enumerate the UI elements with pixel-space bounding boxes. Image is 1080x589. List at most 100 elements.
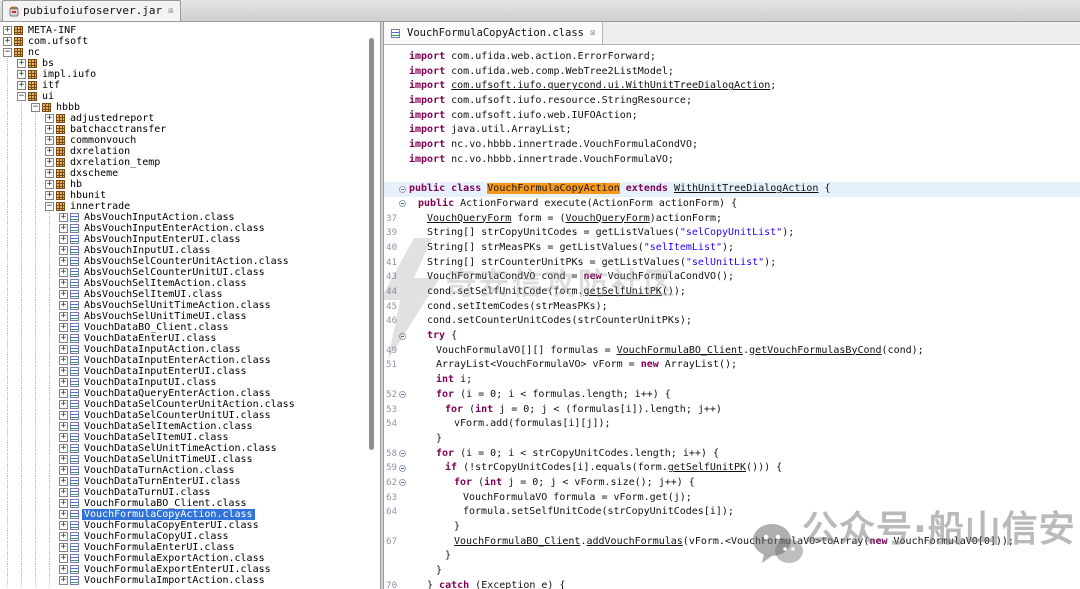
expand-icon[interactable]: + [59, 290, 68, 299]
expand-icon[interactable]: + [59, 213, 68, 222]
tree-item[interactable]: +itf [0, 80, 380, 91]
tree-item[interactable]: −nc [0, 47, 380, 58]
expand-icon[interactable]: + [45, 169, 54, 178]
expand-icon[interactable]: + [59, 565, 68, 574]
tree-item[interactable]: +dxrelation_temp [0, 157, 380, 168]
fold-collapse-icon[interactable] [397, 447, 409, 462]
tree-item[interactable]: +VouchFormulaCopyEnterUI.class [0, 520, 380, 531]
expand-icon[interactable]: + [17, 59, 26, 68]
collapse-icon[interactable]: − [45, 202, 54, 211]
expand-icon[interactable]: + [59, 532, 68, 541]
tree-item[interactable]: +VouchDataInputAction.class [0, 344, 380, 355]
fold-collapse-icon[interactable] [397, 329, 409, 344]
tree-item[interactable]: +META-INF [0, 25, 380, 36]
close-icon[interactable]: ☒ [590, 29, 595, 38]
tree-item[interactable]: +VouchDataSelCounterUnitUI.class [0, 410, 380, 421]
expand-icon[interactable]: + [45, 158, 54, 167]
expand-icon[interactable]: + [59, 323, 68, 332]
tree-item[interactable]: +VouchFormulaImportAction.class [0, 575, 380, 586]
jar-tab[interactable]: pubiufoiufoserver.jar ☒ [2, 0, 181, 21]
tree-item[interactable]: +VouchDataSelCounterUnitAction.class [0, 399, 380, 410]
expand-icon[interactable]: + [45, 147, 54, 156]
tree-scrollbar[interactable] [369, 24, 374, 587]
expand-icon[interactable]: + [59, 576, 68, 585]
expand-icon[interactable]: + [45, 114, 54, 123]
tree-item[interactable]: +impl.iufo [0, 69, 380, 80]
expand-icon[interactable]: + [59, 433, 68, 442]
expand-icon[interactable]: + [59, 257, 68, 266]
tree-item[interactable]: +AbsVouchSelItemUI.class [0, 289, 380, 300]
expand-icon[interactable]: + [59, 312, 68, 321]
tree-item[interactable]: +VouchFormulaBO_Client.class [0, 498, 380, 509]
tree-item[interactable]: +hbunit [0, 190, 380, 201]
expand-icon[interactable]: + [59, 389, 68, 398]
fold-collapse-icon[interactable] [397, 388, 409, 403]
tree-item[interactable]: +AbsVouchInputUI.class [0, 245, 380, 256]
fold-collapse-icon[interactable] [397, 182, 409, 197]
fold-collapse-icon[interactable] [397, 461, 409, 476]
expand-icon[interactable]: + [59, 455, 68, 464]
tree-item[interactable]: +VouchFormulaExportAction.class [0, 553, 380, 564]
tree-item[interactable]: +VouchDataEnterUI.class [0, 333, 380, 344]
expand-icon[interactable]: + [59, 268, 68, 277]
tree-item[interactable]: +AbsVouchSelCounterUnitUI.class [0, 267, 380, 278]
close-icon[interactable]: ☒ [168, 7, 173, 16]
expand-icon[interactable]: + [59, 488, 68, 497]
expand-icon[interactable]: + [59, 224, 68, 233]
expand-icon[interactable]: + [59, 411, 68, 420]
tree-item[interactable]: +VouchDataInputEnterAction.class [0, 355, 380, 366]
tree-item[interactable]: +VouchDataQueryEnterAction.class [0, 388, 380, 399]
expand-icon[interactable]: + [59, 246, 68, 255]
tree-item[interactable]: +commonvouch [0, 135, 380, 146]
tree-item[interactable]: +VouchFormulaCopyAction.class [0, 509, 380, 520]
collapse-icon[interactable]: − [17, 92, 26, 101]
collapse-icon[interactable]: − [31, 103, 40, 112]
expand-icon[interactable]: + [59, 444, 68, 453]
expand-icon[interactable]: + [17, 70, 26, 79]
expand-icon[interactable]: + [45, 191, 54, 200]
tree-item[interactable]: −hbbb [0, 102, 380, 113]
tree-item[interactable]: +AbsVouchSelUnitTimeAction.class [0, 300, 380, 311]
tree-item[interactable]: −innertrade [0, 201, 380, 212]
tree-item[interactable]: +bs [0, 58, 380, 69]
expand-icon[interactable]: + [59, 356, 68, 365]
tree-item[interactable]: −ui [0, 91, 380, 102]
expand-icon[interactable]: + [59, 367, 68, 376]
expand-icon[interactable]: + [59, 466, 68, 475]
tree-item[interactable]: +VouchDataSelItemUI.class [0, 432, 380, 443]
code-editor[interactable]: import com.ufida.web.action.ErrorForward… [384, 45, 1080, 589]
expand-icon[interactable]: + [59, 378, 68, 387]
tree-item[interactable]: +VouchDataTurnUI.class [0, 487, 380, 498]
tree-item[interactable]: +dxrelation [0, 146, 380, 157]
expand-icon[interactable]: + [59, 422, 68, 431]
expand-icon[interactable]: + [3, 26, 12, 35]
tree-item[interactable]: +AbsVouchInputAction.class [0, 212, 380, 223]
tree-item[interactable]: +AbsVouchSelUnitTimeUI.class [0, 311, 380, 322]
expand-icon[interactable]: + [59, 301, 68, 310]
tree-item[interactable]: +AbsVouchInputEnterAction.class [0, 223, 380, 234]
expand-icon[interactable]: + [59, 345, 68, 354]
tree-item[interactable]: +AbsVouchInputEnterUI.class [0, 234, 380, 245]
tree-item[interactable]: +VouchFormulaEnterUI.class [0, 542, 380, 553]
expand-icon[interactable]: + [17, 81, 26, 90]
tree-item[interactable]: +VouchFormulaExportEnterUI.class [0, 564, 380, 575]
collapse-icon[interactable]: − [3, 48, 12, 57]
expand-icon[interactable]: + [3, 37, 12, 46]
tree-item[interactable]: +VouchDataTurnEnterUI.class [0, 476, 380, 487]
tree-item[interactable]: +adjustedreport [0, 113, 380, 124]
tree-item[interactable]: +VouchFormulaCopyUI.class [0, 531, 380, 542]
tree-item[interactable]: +VouchDataBO_Client.class [0, 322, 380, 333]
expand-icon[interactable]: + [59, 334, 68, 343]
tree-item[interactable]: +VouchDataInputUI.class [0, 377, 380, 388]
class-tab[interactable]: VouchFormulaCopyAction.class ☒ [384, 22, 603, 44]
expand-icon[interactable]: + [45, 125, 54, 134]
tree-item[interactable]: +dxscheme [0, 168, 380, 179]
tree-item[interactable]: +AbsVouchSelCounterUnitAction.class [0, 256, 380, 267]
expand-icon[interactable]: + [59, 477, 68, 486]
fold-collapse-icon[interactable] [397, 476, 409, 491]
expand-icon[interactable]: + [45, 180, 54, 189]
tree-item[interactable]: +VouchDataSelItemAction.class [0, 421, 380, 432]
expand-icon[interactable]: + [59, 279, 68, 288]
tree-item[interactable]: +hb [0, 179, 380, 190]
expand-icon[interactable]: + [59, 510, 68, 519]
